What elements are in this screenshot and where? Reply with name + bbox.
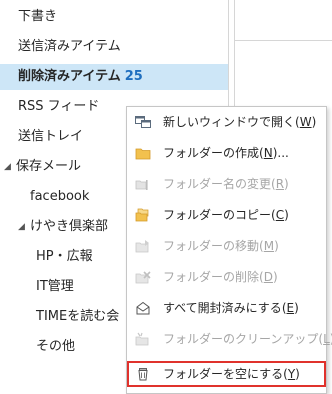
menu-item-cleanup-folder[interactable]: フォルダーのクリーンアップ(L) <box>127 326 332 352</box>
folder-label: その他 <box>36 339 76 354</box>
folder-label: 送信済みアイテム <box>18 39 121 54</box>
move-folder-icon <box>135 240 149 253</box>
menu-item-label: すべて開封済みにする(E) <box>163 301 299 315</box>
folder-label: 送信トレイ <box>18 129 84 144</box>
folder-label: TIMEを読む会 <box>36 309 120 324</box>
folder-label: RSS フィード <box>18 99 100 114</box>
menu-item-label: フォルダーを空にする(Y) <box>163 367 300 381</box>
menu-item-label: フォルダーのクリーンアップ(L) <box>163 332 332 346</box>
folder-label: HP・広報 <box>36 249 93 264</box>
folder-label: 削除済みアイテム 25 <box>18 64 143 90</box>
folder-label: けやき倶楽部 <box>30 219 109 234</box>
copy-folder-icon <box>135 208 149 222</box>
menu-item-copy-folder[interactable]: フォルダーのコピー(C) <box>127 202 326 228</box>
menu-item-label: フォルダーの作成(N)... <box>163 146 289 160</box>
menu-item-open-new-window[interactable]: 新しいウィンドウで開く(W) <box>127 109 326 135</box>
menu-item-label: フォルダー名の変更(R) <box>163 177 289 191</box>
unread-count: 25 <box>124 69 143 84</box>
reading-pane-header <box>235 0 332 41</box>
menu-item-empty-folder[interactable]: フォルダーを空にする(Y) <box>127 361 326 387</box>
folder-context-menu: 新しいウィンドウで開く(W) フォルダーの作成(N)... フォルダー名の変更(… <box>126 106 332 394</box>
folder-label: IT管理 <box>36 279 74 294</box>
empty-folder-icon <box>138 368 148 381</box>
menu-item-mark-all-read[interactable]: すべて開封済みにする(E) <box>127 295 326 321</box>
new-folder-icon <box>135 148 151 160</box>
menu-item-move-folder[interactable]: フォルダーの移動(M) <box>127 233 326 259</box>
delete-folder-icon <box>135 271 151 284</box>
mark-all-read-icon <box>136 301 150 315</box>
menu-item-rename-folder[interactable]: フォルダー名の変更(R) <box>127 171 326 197</box>
menu-item-label: フォルダーのコピー(C) <box>163 208 289 222</box>
new-window-icon <box>135 116 151 128</box>
menu-item-delete-folder[interactable]: フォルダーの削除(D) <box>127 264 326 290</box>
folder-drafts[interactable]: 下書き <box>0 4 228 30</box>
expand-caret-icon[interactable]: ◢ <box>4 154 11 180</box>
menu-item-create-folder[interactable]: フォルダーの作成(N)... <box>127 140 326 166</box>
folder-label-text: 削除済みアイテム <box>18 69 121 84</box>
rename-folder-icon <box>135 180 148 190</box>
menu-item-label: フォルダーの移動(M) <box>163 239 279 253</box>
expand-caret-icon[interactable]: ◢ <box>18 214 25 240</box>
folder-deleted-items[interactable]: 削除済みアイテム 25 <box>0 64 228 90</box>
menu-item-label: 新しいウィンドウで開く(W) <box>163 115 317 129</box>
menu-item-label: フォルダーの削除(D) <box>163 270 278 284</box>
folder-label: facebook <box>30 189 90 204</box>
folder-sent-items[interactable]: 送信済みアイテム <box>0 34 228 60</box>
folder-label: 保存メール <box>16 159 82 174</box>
cleanup-folder-icon <box>135 332 149 346</box>
folder-label: 下書き <box>18 9 58 24</box>
